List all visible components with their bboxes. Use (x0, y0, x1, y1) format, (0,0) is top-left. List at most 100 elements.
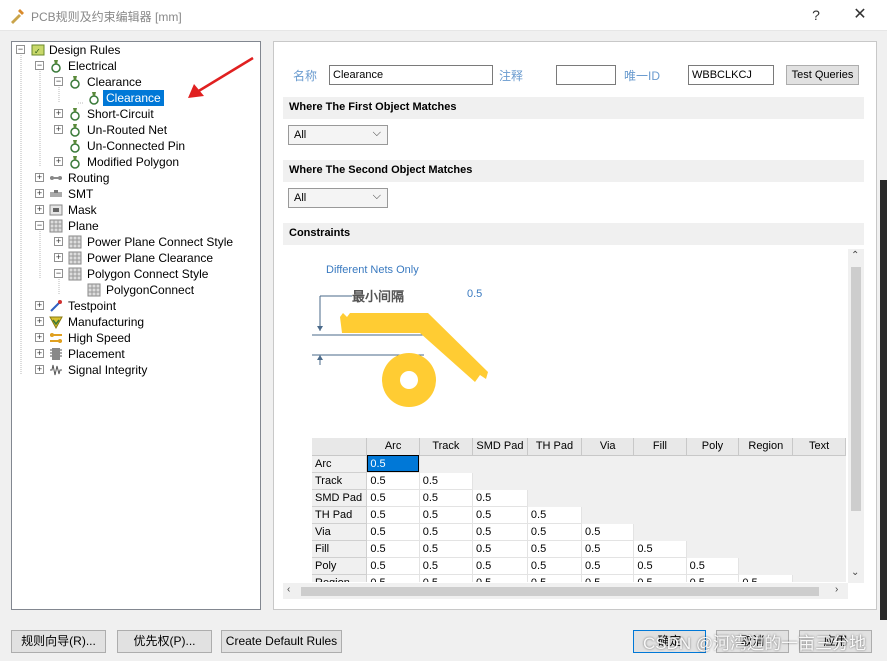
matrix-cell[interactable]: 0.5 (527, 506, 583, 524)
matrix-cell[interactable]: 0.5 (472, 523, 528, 541)
clearance-matrix[interactable]: Arc Track SMD Pad TH Pad Via Fill Poly R… (312, 438, 846, 582)
expand-icon[interactable]: + (54, 109, 63, 118)
collapse-icon[interactable]: − (16, 45, 25, 54)
matrix-cell[interactable]: 0.5 (581, 540, 635, 558)
chevron-down-icon: ⌵ (372, 127, 381, 139)
expand-icon[interactable]: + (35, 365, 44, 374)
expand-icon[interactable]: + (54, 157, 63, 166)
matrix-cell[interactable]: 0.5 (581, 574, 635, 582)
create-default-rules-button[interactable]: Create Default Rules (221, 630, 342, 653)
rule-wizard-button[interactable]: 规则向导(R)... (11, 630, 106, 653)
matrix-cell[interactable]: 0.5 (366, 557, 420, 575)
matrix-cell-empty (792, 557, 846, 575)
matrix-cell[interactable]: 0.5 (419, 540, 474, 558)
matrix-cell[interactable]: 0.5 (472, 574, 528, 582)
matrix-cell[interactable]: 0.5 (633, 574, 687, 582)
matrix-cell[interactable]: 0.5 (366, 540, 420, 558)
matrix-cell[interactable]: 0.5 (366, 574, 420, 582)
matrix-row-label: Track (312, 472, 368, 490)
priorities-button[interactable]: 优先权(P)... (117, 630, 212, 653)
test-queries-button[interactable]: Test Queries (786, 65, 859, 85)
matrix-cell[interactable]: 0.5 (419, 574, 474, 582)
scroll-up-icon[interactable]: ⌃ (851, 250, 859, 261)
matrix-cell[interactable]: 0.5 (633, 540, 687, 558)
matrix-cell[interactable]: 0.5 (472, 489, 528, 507)
matrix-cell[interactable]: 0.5 (738, 574, 794, 582)
matrix-col-text: Text (792, 438, 846, 456)
close-button[interactable]: ✕ (849, 5, 871, 25)
expand-icon[interactable]: + (35, 301, 44, 310)
expand-icon[interactable]: + (35, 317, 44, 326)
matrix-cell-empty (472, 455, 528, 473)
matrix-cell[interactable]: 0.5 (633, 557, 687, 575)
expand-icon[interactable]: + (54, 237, 63, 246)
matrix-cell[interactable]: 0.5 (472, 506, 528, 524)
matrix-cell[interactable]: 0.5 (527, 523, 583, 541)
first-object-header: Where The First Object Matches (283, 97, 864, 119)
matrix-cell[interactable]: 0.5 (419, 489, 474, 507)
matrix-col-region: Region (738, 438, 794, 456)
expand-icon[interactable]: + (54, 125, 63, 134)
matrix-cell[interactable]: 0.5 (581, 523, 635, 541)
expand-icon[interactable]: + (35, 189, 44, 198)
matrix-cell[interactable]: 0.5 (419, 506, 474, 524)
matrix-cell[interactable]: 0.5 (366, 506, 420, 524)
chevron-down-icon: ⌵ (372, 190, 381, 202)
unique-id-input[interactable] (688, 65, 774, 85)
matrix-cell[interactable]: 0.5 (366, 523, 420, 541)
matrix-cell[interactable]: 0.5 (419, 472, 474, 490)
clearance-rule-icon (89, 92, 99, 105)
scroll-right-icon[interactable]: › (835, 584, 838, 595)
polygon-connect-icon (68, 267, 82, 281)
matrix-cell-empty (686, 455, 740, 473)
second-object-select[interactable]: All ⌵ (288, 188, 388, 208)
horizontal-scrollbar[interactable]: ‹ › (283, 583, 848, 599)
help-button[interactable]: ? (805, 5, 827, 25)
matrix-cell-empty (419, 455, 474, 473)
matrix-row: Arc 0.5 (312, 455, 846, 473)
vertical-scrollbar[interactable]: ⌃ ⌄ (848, 249, 864, 583)
matrix-cell[interactable]: 0.5 (419, 557, 474, 575)
expand-icon[interactable]: + (35, 205, 44, 214)
matrix-cell[interactable]: 0.5 (686, 574, 740, 582)
collapse-icon[interactable]: − (35, 221, 44, 230)
matrix-row-label: SMD Pad (312, 489, 368, 507)
polygon-rule-icon (87, 283, 101, 297)
matrix-row-label: Poly (312, 557, 368, 575)
unique-id-label: 唯一ID (624, 69, 661, 83)
first-object-select[interactable]: All ⌵ (288, 125, 388, 145)
vertical-scroll-thumb[interactable] (851, 267, 861, 511)
name-input[interactable] (329, 65, 493, 85)
matrix-cell[interactable]: 0.5 (472, 540, 528, 558)
matrix-cell[interactable]: 0.5 (686, 557, 740, 575)
matrix-cell[interactable]: 0.5 (581, 557, 635, 575)
expand-icon[interactable]: + (35, 349, 44, 358)
matrix-cell[interactable]: 0.5 (472, 557, 528, 575)
expand-icon[interactable]: + (35, 333, 44, 342)
matrix-cell[interactable]: 0.5 (366, 472, 420, 490)
matrix-cell[interactable]: 0.5 (527, 557, 583, 575)
collapse-icon[interactable]: − (35, 61, 44, 70)
matrix-cell-empty (633, 489, 687, 507)
expand-icon[interactable]: + (54, 253, 63, 262)
expand-icon[interactable]: + (35, 173, 44, 182)
matrix-cell[interactable]: 0.5 (527, 540, 583, 558)
collapse-icon[interactable]: − (54, 77, 63, 86)
matrix-cell[interactable]: 0.5 (419, 523, 474, 541)
comment-label: 注释 (499, 69, 524, 83)
collapse-icon[interactable]: − (54, 269, 63, 278)
horizontal-scroll-thumb[interactable] (301, 587, 819, 596)
matrix-cell[interactable]: 0.5 (366, 455, 420, 473)
comment-input[interactable] (556, 65, 616, 85)
matrix-cell[interactable]: 0.5 (527, 574, 583, 582)
scroll-down-icon[interactable]: ⌄ (851, 567, 859, 578)
matrix-row: Via 0.5 0.5 0.5 0.5 0.5 (312, 523, 846, 541)
matrix-corner (312, 438, 368, 456)
rule-tree[interactable]: − ✓ Design Rules − Electrical − Clearanc… (11, 41, 261, 610)
matrix-row-label: Fill (312, 540, 368, 558)
matrix-cell-empty (633, 523, 687, 541)
net-scope-label[interactable]: Different Nets Only (326, 264, 419, 276)
matrix-col-track: Track (419, 438, 474, 456)
matrix-cell[interactable]: 0.5 (366, 489, 420, 507)
scroll-left-icon[interactable]: ‹ (287, 584, 290, 595)
